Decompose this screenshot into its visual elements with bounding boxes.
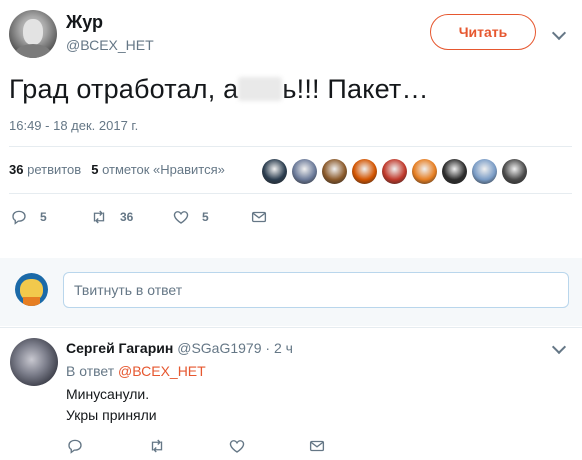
reply-icon [68, 439, 82, 454]
retweet-action[interactable]: 36 [90, 208, 133, 226]
chevron-down-icon[interactable] [551, 339, 567, 355]
likes-stat[interactable]: 5 отметок «Нравится» [91, 162, 225, 177]
retweets-count: 36 [9, 162, 24, 177]
liker-avatar[interactable] [442, 159, 467, 184]
liker-avatar[interactable] [502, 159, 527, 184]
avatar-body [15, 44, 51, 58]
tweet-timestamp[interactable]: 16:49 - 18 дек. 2017 г. [9, 118, 138, 133]
author-name[interactable]: Жур [66, 12, 103, 33]
like-count: 5 [202, 210, 209, 224]
reply-compose: Твитнуть в ответ [0, 258, 582, 326]
like-action[interactable]: 5 [172, 208, 209, 226]
retweet-icon [151, 439, 163, 453]
reply-to-prefix: В ответ [66, 363, 115, 379]
retweets-stat[interactable]: 36 ретвитов [9, 162, 81, 177]
liker-avatar[interactable] [382, 159, 407, 184]
reply-count: 5 [40, 210, 47, 224]
reply-to-handle[interactable]: @ВСЕХ_НЕТ [118, 363, 206, 379]
direct-message-action[interactable] [250, 208, 268, 226]
reply-action[interactable]: 5 [10, 208, 47, 226]
reply-tweet: Сергей Гагарин @SGaG1979 · 2 ч В ответ @… [0, 327, 582, 460]
main-tweet: Жур @ВСЕХ_НЕТ Читать Град отработал, а ь!… [0, 0, 582, 244]
divider [9, 146, 572, 147]
heart-icon [173, 211, 189, 224]
reply-to: В ответ @ВСЕХ_НЕТ [66, 363, 206, 379]
tweet-stats: 36 ретвитов 5 отметок «Нравится» [9, 162, 225, 177]
current-user-avatar[interactable] [15, 273, 48, 306]
reply-actions [0, 437, 582, 457]
liker-avatar[interactable] [412, 159, 437, 184]
direct-message-action[interactable] [308, 437, 326, 455]
author-avatar[interactable] [9, 10, 57, 58]
liker-avatar[interactable] [262, 159, 287, 184]
envelope-icon [309, 440, 325, 452]
like-action[interactable] [228, 437, 246, 455]
reply-text-line-2: Укры приняли [66, 407, 157, 423]
liker-avatar[interactable] [322, 159, 347, 184]
reply-author-name[interactable]: Сергей Гагарин [66, 340, 173, 356]
tweet-text-start: Град отработал, а [9, 74, 239, 104]
censored-blur [238, 77, 283, 101]
envelope-icon [251, 211, 267, 223]
author-handle[interactable]: @ВСЕХ_НЕТ [66, 37, 154, 53]
retweet-action[interactable] [148, 437, 166, 455]
liker-avatar[interactable] [352, 159, 377, 184]
chevron-down-icon[interactable] [551, 25, 567, 41]
reply-author-avatar[interactable] [10, 338, 58, 386]
liker-avatar[interactable] [292, 159, 317, 184]
divider [9, 193, 572, 194]
reply-time[interactable]: · 2 ч [265, 340, 293, 356]
avatar-face [23, 19, 43, 45]
retweets-label: ретвитов [27, 162, 82, 177]
follow-button[interactable]: Читать [430, 14, 536, 50]
retweet-icon [93, 210, 105, 224]
reply-text-line-1: Минусанули. [66, 386, 150, 402]
tweet-actions: 5 36 5 [0, 208, 582, 228]
liker-avatar[interactable] [472, 159, 497, 184]
reply-action[interactable] [66, 437, 84, 455]
likes-label: отметок «Нравится» [102, 162, 225, 177]
tweet-text-end: ь!!! Пакет… [282, 74, 429, 104]
heart-icon [229, 440, 245, 453]
reply-input[interactable]: Твитнуть в ответ [63, 272, 569, 308]
likes-count: 5 [91, 162, 99, 177]
retweet-count: 36 [120, 210, 134, 224]
reply-author[interactable]: Сергей Гагарин @SGaG1979 · 2 ч [66, 340, 293, 356]
reply-author-handle[interactable]: @SGaG1979 [177, 340, 261, 356]
tweet-text: Град отработал, а ь!!! Пакет… [9, 74, 429, 105]
likers-avatars [262, 159, 527, 185]
reply-icon [12, 210, 26, 225]
